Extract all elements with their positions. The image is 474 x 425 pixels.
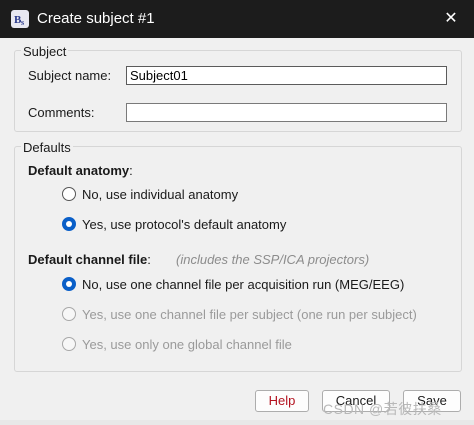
anatomy-heading-colon: : <box>129 163 133 178</box>
anatomy-option-default[interactable]: Yes, use protocol's default anatomy <box>62 214 286 234</box>
radio-selected-icon[interactable] <box>62 217 76 231</box>
channel-heading-text: Default channel file <box>28 252 148 267</box>
anatomy-heading: Default anatomy: <box>28 163 133 178</box>
close-button[interactable]: ✕ <box>436 6 466 32</box>
channel-heading: Default channel file: <box>28 252 151 267</box>
comments-label: Comments: <box>28 105 95 120</box>
window-title: Create subject #1 <box>37 10 155 27</box>
svg-text:s: s <box>21 18 24 27</box>
radio-disabled-icon[interactable] <box>62 307 76 321</box>
radio-icon[interactable] <box>62 187 76 201</box>
defaults-legend: Defaults <box>21 140 73 155</box>
channel-option-label: Yes, use only one global channel file <box>82 336 292 352</box>
radio-disabled-icon[interactable] <box>62 337 76 351</box>
title-bar: B s Create subject #1 ✕ <box>0 0 474 38</box>
bottom-edge <box>0 420 474 425</box>
help-button[interactable]: Help <box>255 390 309 412</box>
brainstorm-icon: B s <box>11 10 29 28</box>
watermark: CSDN @若彼扶桑 <box>323 401 442 417</box>
anatomy-heading-text: Default anatomy <box>28 163 130 178</box>
radio-selected-icon[interactable] <box>62 277 76 291</box>
subject-name-field[interactable] <box>126 66 447 85</box>
channel-hint: (includes the SSP/ICA projectors) <box>176 252 370 267</box>
anatomy-option-label: Yes, use protocol's default anatomy <box>82 216 287 232</box>
channel-heading-colon: : <box>147 252 151 267</box>
anatomy-option-label: No, use individual anatomy <box>82 186 239 202</box>
comments-field[interactable] <box>126 103 447 122</box>
channel-option-per-run[interactable]: No, use one channel file per acquisition… <box>62 274 404 294</box>
channel-option-per-subject[interactable]: Yes, use one channel file per subject (o… <box>62 304 417 324</box>
channel-option-label: Yes, use one channel file per subject (o… <box>82 306 417 322</box>
subject-legend: Subject <box>21 44 69 59</box>
anatomy-option-individual[interactable]: No, use individual anatomy <box>62 184 238 204</box>
channel-option-label: No, use one channel file per acquisition… <box>82 276 405 292</box>
channel-option-global[interactable]: Yes, use only one global channel file <box>62 334 292 354</box>
subject-name-label: Subject name: <box>28 68 112 83</box>
